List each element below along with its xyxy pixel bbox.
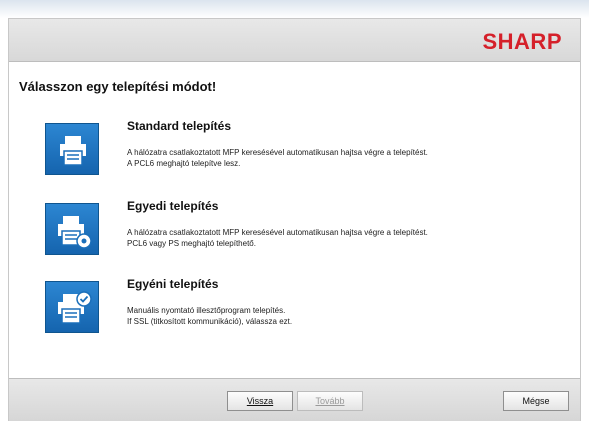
option-desc-line: A hálózatra csatlakoztatott MFP keresésé… [127,228,428,237]
printer-icon[interactable] [45,123,99,175]
footer-bar: Vissza Tovább Mégse [9,378,580,421]
option-manual-install[interactable]: Egyéni telepítés Manuális nyomtató illes… [45,277,565,345]
option-desc-line: A hálózatra csatlakoztatott MFP keresésé… [127,148,428,157]
option-desc-line: PCL6 vagy PS meghajtó telepíthető. [127,239,256,248]
option-custom-install[interactable]: Egyedi telepítés A hálózatra csatlakozta… [45,199,565,267]
installer-window: SHARP Válasszon egy telepítési módot! St… [8,18,581,421]
printer-gear-icon[interactable] [45,203,99,255]
page-title: Válasszon egy telepítési módot! [19,79,217,94]
back-button[interactable]: Vissza [227,391,293,411]
header-bar: SHARP [9,19,580,62]
option-title[interactable]: Standard telepítés [127,119,231,133]
option-desc-line: Manuális nyomtató illesztőprogram telepí… [127,306,286,315]
printer-check-icon[interactable] [45,281,99,333]
option-description: Manuális nyomtató illesztőprogram telepí… [127,305,557,327]
option-description: A hálózatra csatlakoztatott MFP keresésé… [127,227,557,249]
option-desc-line: If SSL (titkosított kommunikáció), válas… [127,317,293,326]
option-standard-install[interactable]: Standard telepítés A hálózatra csatlakoz… [45,119,565,187]
option-desc-line: A PCL6 meghajtó telepítve lesz. [127,159,241,168]
cancel-button[interactable]: Mégse [503,391,569,411]
window-top-strip [0,0,589,18]
option-description: A hálózatra csatlakoztatott MFP keresésé… [127,147,557,169]
option-title[interactable]: Egyedi telepítés [127,199,218,213]
option-title[interactable]: Egyéni telepítés [127,277,218,291]
next-button[interactable]: Tovább [297,391,363,411]
sharp-logo: SHARP [482,29,562,54]
